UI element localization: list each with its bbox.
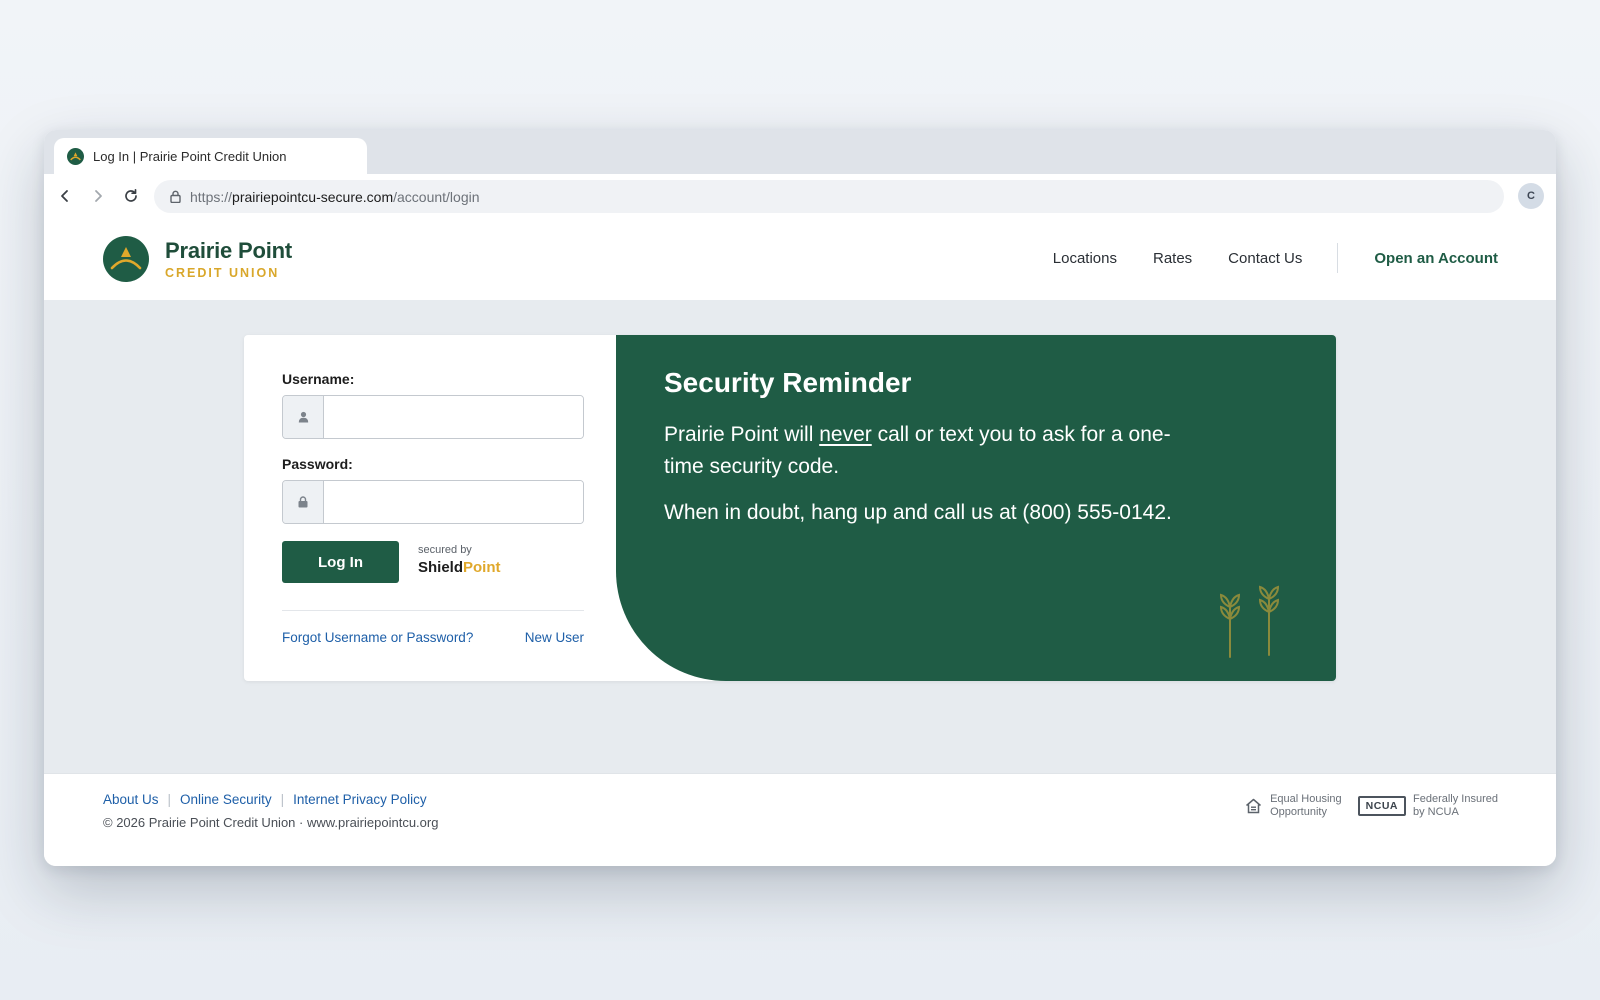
- tab-strip: Log In | Prairie Point Credit Union: [44, 130, 1556, 174]
- equal-housing-badge: Equal Housing Opportunity: [1245, 793, 1342, 819]
- nav-contact-us[interactable]: Contact Us: [1228, 250, 1302, 267]
- brand-name: Prairie Point: [165, 238, 292, 263]
- footer-online-security[interactable]: Online Security: [180, 792, 272, 807]
- username-field: [282, 395, 584, 439]
- copyright-text: © 2026 Prairie Point Credit Union · www.…: [103, 815, 439, 830]
- ncua-line1: Federally Insured: [1413, 793, 1498, 805]
- password-field: [282, 480, 584, 524]
- ncua-line2: by NCUA: [1413, 806, 1459, 818]
- forgot-credentials-link[interactable]: Forgot Username or Password?: [282, 630, 473, 645]
- reload-icon[interactable]: [119, 184, 143, 208]
- equal-housing-line1: Equal Housing: [1270, 793, 1342, 805]
- prairie-point-logo-icon[interactable]: [103, 236, 149, 282]
- login-help-links: Forgot Username or Password? New User: [282, 630, 584, 645]
- footer-privacy-policy[interactable]: Internet Privacy Policy: [293, 792, 427, 807]
- wheat-icon: [1216, 585, 1286, 665]
- footer-separator: |: [280, 792, 285, 807]
- equal-housing-text: Equal Housing Opportunity: [1270, 793, 1342, 819]
- lock-icon: [170, 190, 181, 203]
- ncua-logo: NCUA: [1357, 796, 1406, 816]
- security-badge: secured by ShieldPoint: [418, 544, 501, 576]
- browser-window: Log In | Prairie Point Credit Union http…: [44, 130, 1556, 866]
- username-label: Username:: [282, 371, 355, 387]
- site-header: Prairie Point CREDIT UNION Locations Rat…: [44, 218, 1556, 300]
- security-reminder-phone-text: When in doubt, hang up and call us at (8…: [664, 501, 1172, 524]
- equal-housing-icon: [1246, 798, 1262, 814]
- login-row: Log In secured by ShieldPoint: [282, 541, 584, 583]
- nav-locations[interactable]: Locations: [1053, 250, 1117, 267]
- equal-housing-line2: Opportunity: [1270, 806, 1327, 818]
- username-input[interactable]: [324, 396, 583, 438]
- lock-icon: [283, 481, 324, 523]
- url-path: /account/login: [393, 188, 480, 205]
- main-content: Username: Password: Log In secured by Sh…: [44, 300, 1556, 773]
- reminder-emphasis: never: [819, 423, 872, 446]
- security-reminder-title: Security Reminder: [664, 367, 912, 398]
- login-card: Username: Password: Log In secured by Sh…: [244, 335, 1336, 681]
- form-divider: [282, 610, 584, 611]
- open-account-link[interactable]: Open an Account: [1374, 250, 1498, 267]
- favicon-icon: [67, 147, 84, 165]
- footer-about-us[interactable]: About Us: [103, 792, 159, 807]
- ncua-text: Federally Insured by NCUA: [1413, 793, 1498, 819]
- main-nav: Locations Rates Contact Us Open an Accou…: [1017, 242, 1498, 274]
- shieldpoint-point: Point: [463, 559, 501, 576]
- brand-subtitle: CREDIT UNION: [165, 266, 280, 280]
- security-reminder-panel: Security Reminder Prairie Point will nev…: [616, 335, 1336, 681]
- forward-icon[interactable]: [86, 184, 110, 208]
- login-form: Username: Password: Log In secured by Sh…: [282, 371, 584, 645]
- back-icon[interactable]: [53, 184, 77, 208]
- password-label: Password:: [282, 456, 353, 472]
- new-user-link[interactable]: New User: [525, 630, 584, 645]
- footer-links: About Us | Online Security | Internet Pr…: [103, 792, 427, 807]
- nav-rates[interactable]: Rates: [1153, 250, 1192, 267]
- security-reminder-text: Prairie Point will never call or text yo…: [664, 419, 1184, 483]
- nav-divider: [1337, 243, 1339, 273]
- address-bar[interactable]: https://prairiepointcu-secure.com/accoun…: [154, 180, 1504, 213]
- footer-badges: Equal Housing Opportunity NCUA Federally…: [1245, 793, 1498, 819]
- site-footer: About Us | Online Security | Internet Pr…: [44, 773, 1556, 866]
- browser-tab[interactable]: Log In | Prairie Point Credit Union: [54, 138, 367, 174]
- secured-by-label: secured by: [418, 544, 472, 556]
- ncua-badge: NCUA Federally Insured by NCUA: [1357, 793, 1498, 819]
- footer-separator: |: [167, 792, 172, 807]
- url-host: prairiepointcu-secure.com: [232, 188, 394, 205]
- browser-toolbar: https://prairiepointcu-secure.com/accoun…: [44, 174, 1556, 219]
- password-input[interactable]: [324, 481, 583, 523]
- shieldpoint-logo: ShieldPoint: [418, 559, 501, 576]
- user-icon: [283, 396, 324, 438]
- tab-title: Log In | Prairie Point Credit Union: [93, 148, 287, 164]
- url-scheme: https://: [190, 188, 233, 205]
- log-in-button[interactable]: Log In: [282, 541, 399, 583]
- profile-avatar[interactable]: C: [1518, 183, 1544, 209]
- reminder-text-start: Prairie Point will: [664, 423, 820, 446]
- shieldpoint-shield: Shield: [418, 559, 464, 576]
